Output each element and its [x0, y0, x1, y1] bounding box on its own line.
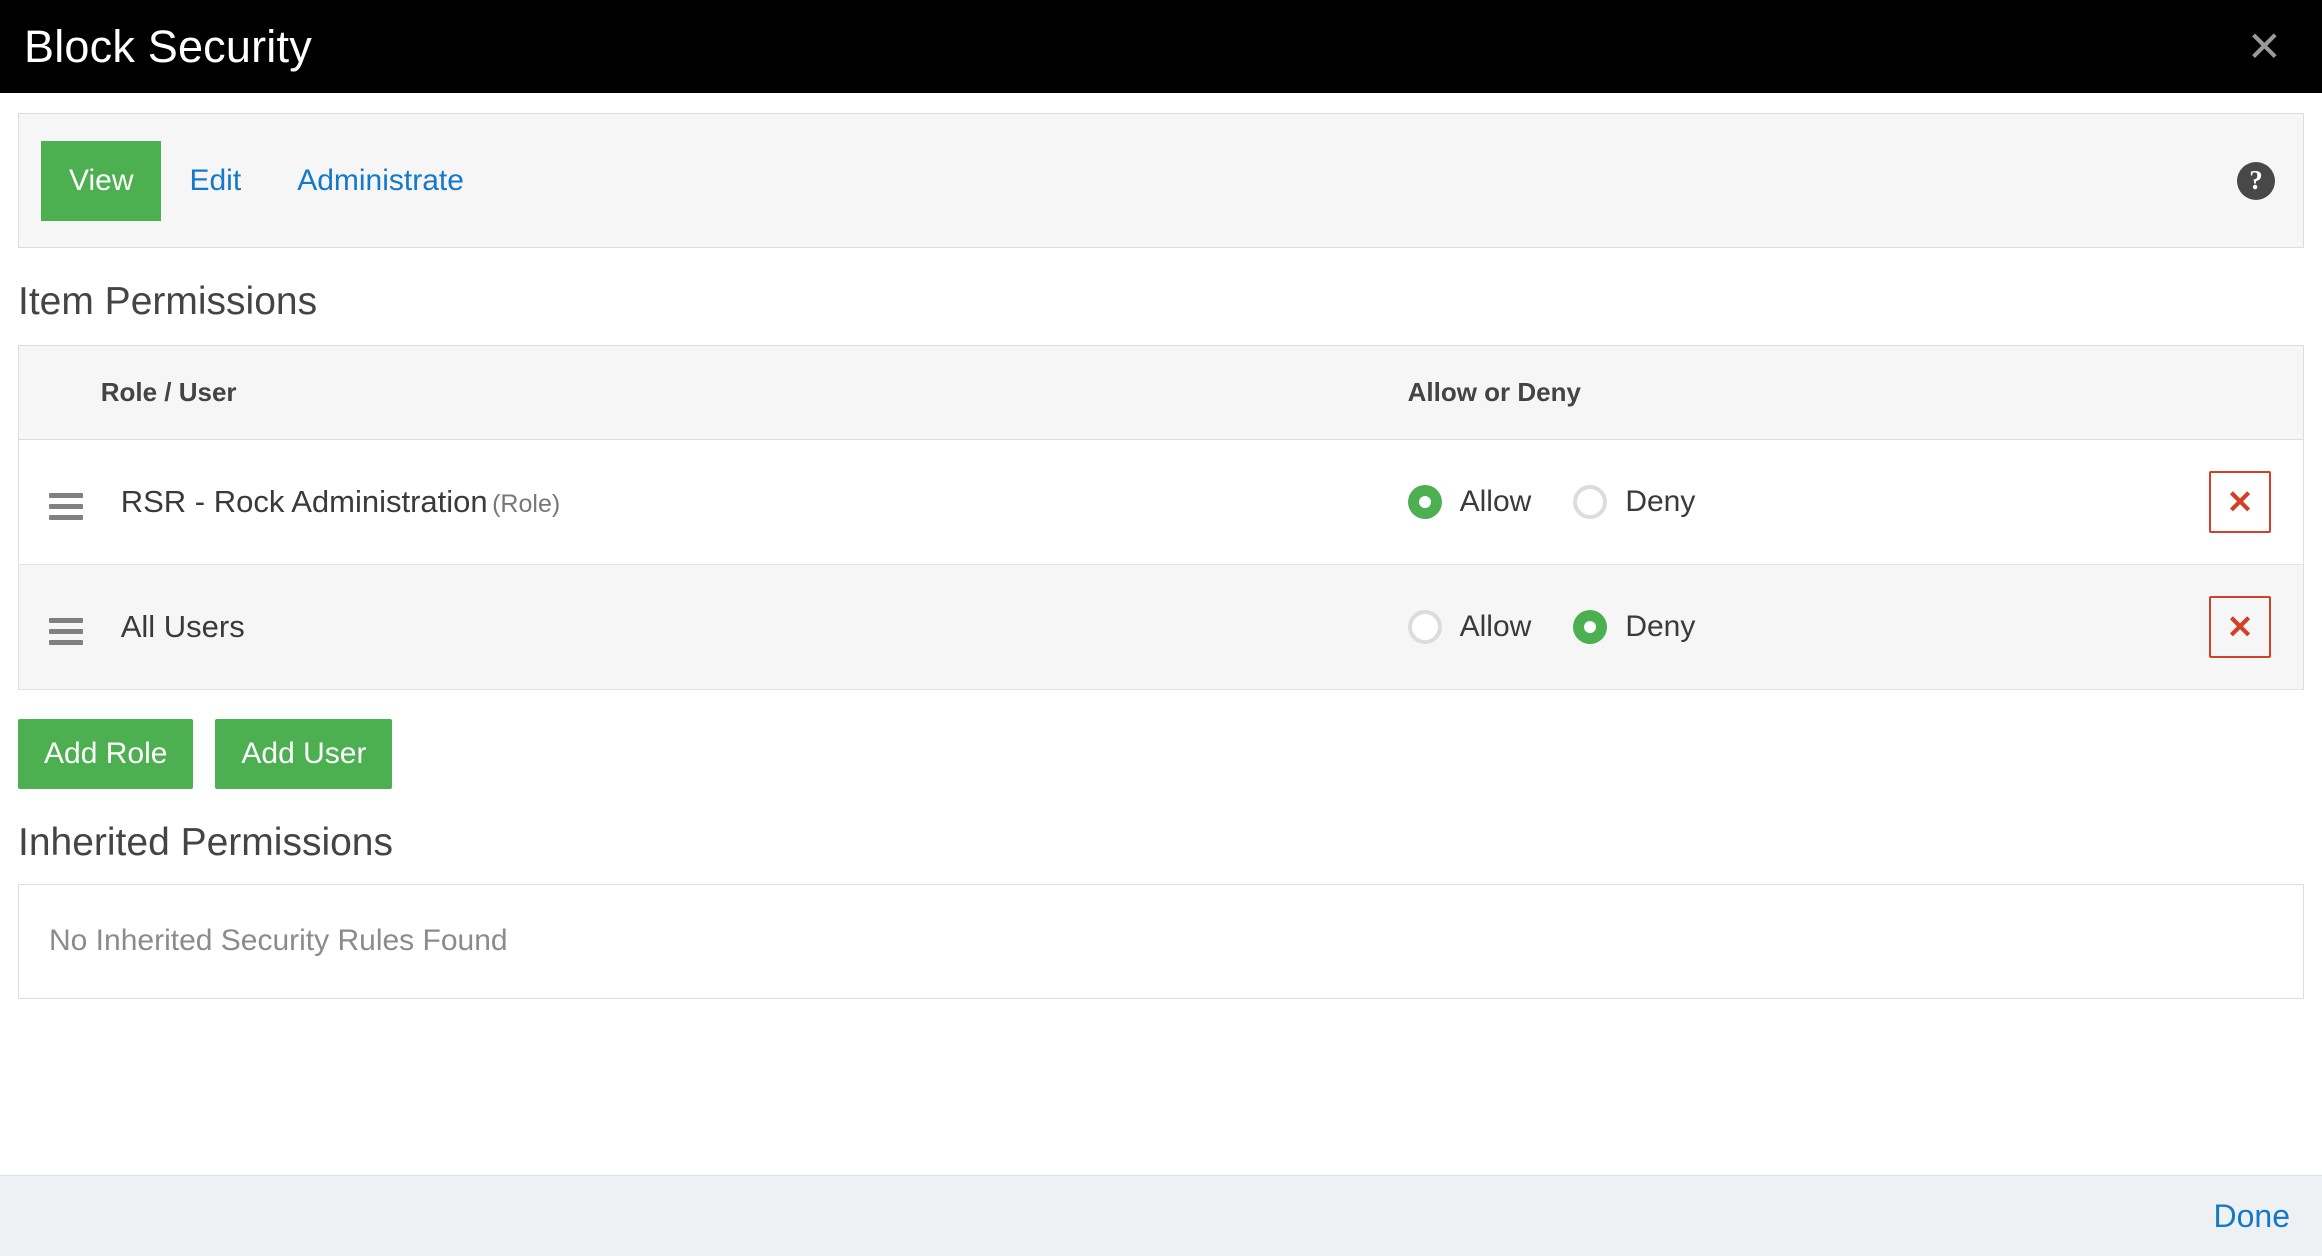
row-delete-cell: ✕ — [2093, 565, 2304, 690]
item-permissions-table: Role / User Allow or Deny RSR - Rock Adm… — [18, 345, 2304, 690]
table-row: RSR - Rock Administration (Role) Allow D… — [19, 440, 2304, 565]
column-header-allow-or-deny: Allow or Deny — [1408, 346, 2093, 440]
add-user-button[interactable]: Add User — [215, 719, 392, 789]
modal-body: View Edit Administrate ? Item Permission… — [0, 93, 2322, 1175]
header-delete-spacer — [2093, 346, 2304, 440]
close-icon[interactable]: ✕ — [2247, 26, 2282, 68]
help-circle-icon[interactable]: ? — [2237, 162, 2275, 200]
inherited-empty-message: No Inherited Security Rules Found — [49, 924, 508, 958]
table-row: All Users Allow Deny — [19, 565, 2304, 690]
add-buttons-group: Add Role Add User — [18, 719, 2322, 789]
modal-footer: Done — [0, 1175, 2322, 1256]
radio-allow[interactable]: Allow — [1408, 485, 1532, 519]
row-drag-cell — [19, 440, 101, 565]
role-user-type: (Role) — [492, 490, 560, 518]
drag-handle-icon[interactable] — [49, 493, 83, 520]
tab-edit[interactable]: Edit — [161, 141, 269, 221]
radio-deny-indicator[interactable] — [1573, 610, 1607, 644]
radio-allow-indicator[interactable] — [1408, 485, 1442, 519]
row-delete-cell: ✕ — [2093, 440, 2304, 565]
radio-allow-indicator[interactable] — [1408, 610, 1442, 644]
allow-deny-group: Allow Deny — [1408, 610, 2093, 644]
table-header-row: Role / User Allow or Deny — [19, 346, 2304, 440]
role-user-name: All Users — [101, 609, 245, 644]
radio-deny[interactable]: Deny — [1573, 610, 1695, 644]
block-security-modal: Block Security ✕ View Edit Administrate … — [0, 0, 2322, 1256]
page-title: Block Security — [24, 24, 312, 69]
row-permission-cell: Allow Deny — [1408, 565, 2093, 690]
delete-row-button[interactable]: ✕ — [2209, 471, 2271, 533]
done-button[interactable]: Done — [2214, 1200, 2291, 1232]
role-user-name: RSR - Rock Administration — [101, 484, 488, 519]
drag-handle-icon[interactable] — [49, 618, 83, 645]
radio-allow-label: Allow — [1460, 610, 1532, 644]
radio-deny-label: Deny — [1625, 485, 1695, 519]
modal-titlebar: Block Security ✕ — [0, 0, 2322, 93]
add-role-button[interactable]: Add Role — [18, 719, 193, 789]
inherited-permissions-panel: No Inherited Security Rules Found — [18, 884, 2304, 999]
radio-allow[interactable]: Allow — [1408, 610, 1532, 644]
column-header-role-user: Role / User — [101, 346, 1408, 440]
allow-deny-group: Allow Deny — [1408, 485, 2093, 519]
radio-deny-indicator[interactable] — [1573, 485, 1607, 519]
row-drag-cell — [19, 565, 101, 690]
tab-view[interactable]: View — [41, 141, 161, 221]
row-name-cell: All Users — [101, 565, 1408, 690]
tab-list: View Edit Administrate — [41, 141, 492, 221]
item-permissions-heading: Item Permissions — [18, 282, 2322, 321]
row-permission-cell: Allow Deny — [1408, 440, 2093, 565]
header-handle-spacer — [19, 346, 101, 440]
radio-deny-label: Deny — [1625, 610, 1695, 644]
radio-allow-label: Allow — [1460, 485, 1532, 519]
inherited-permissions-heading: Inherited Permissions — [18, 823, 2322, 862]
delete-row-button[interactable]: ✕ — [2209, 596, 2271, 658]
radio-deny[interactable]: Deny — [1573, 485, 1695, 519]
tab-administrate[interactable]: Administrate — [269, 141, 492, 221]
permission-tabs-panel: View Edit Administrate ? — [18, 113, 2304, 248]
row-name-cell: RSR - Rock Administration (Role) — [101, 440, 1408, 565]
